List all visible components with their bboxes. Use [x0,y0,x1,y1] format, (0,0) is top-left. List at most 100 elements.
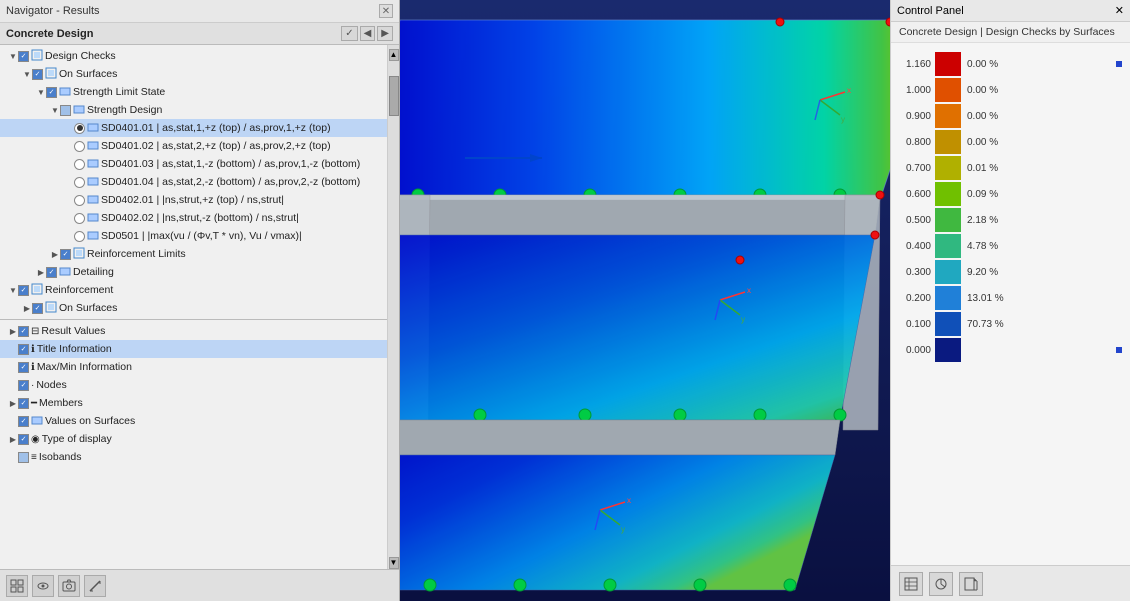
checkbox-design-checks[interactable] [18,51,29,62]
scale-color-3 [935,130,961,154]
scale-percent-7: 4.78 % [967,241,998,252]
checkbox-maxmin-info[interactable] [18,362,29,373]
grid-button[interactable] [6,575,28,597]
tree-item-sd0402-01[interactable]: SD0402.01 | |ns,strut,+z (top) / ns,stru… [0,191,387,209]
checkbox-on-surfaces[interactable] [32,69,43,80]
dropdown-label: Concrete Design [6,28,93,40]
cp-close-button[interactable]: ✕ [1115,4,1124,17]
scroll-thumb[interactable] [389,76,399,116]
svg-text:x: x [747,286,751,295]
radio-sd0401-03[interactable] [74,159,85,170]
svg-text:y: y [841,115,845,124]
scale-indicator-11 [1116,347,1122,353]
expand-arrow-strength-design[interactable]: ▼ [50,106,60,115]
checkbox-on-surfaces-2[interactable] [32,303,43,314]
scrollbar[interactable]: ▲ ▼ [387,45,399,569]
tree-item-sd0401-01[interactable]: SD0401.01 | as,stat,1,+z (top) / as,prov… [0,119,387,137]
expand-arrow-on-surfaces[interactable]: ▼ [22,70,32,79]
expand-arrow-type-of-display[interactable]: ▶ [8,435,18,444]
tree-item-title-info[interactable]: ℹTitle Information [0,340,387,358]
tree-item-reinforcement[interactable]: ▼Reinforcement [0,281,387,299]
radio-sd0401-04[interactable] [74,177,85,188]
chart-button[interactable] [929,572,953,596]
scale-percent-6: 2.18 % [967,215,998,226]
tree-item-design-checks[interactable]: ▼Design Checks [0,47,387,65]
expand-arrow-reinforcement-limits[interactable]: ▶ [50,250,60,259]
checkbox-nodes[interactable] [18,380,29,391]
eye-button[interactable] [32,575,54,597]
radio-sd0401-01[interactable] [74,123,85,134]
checkbox-title-info[interactable] [18,344,29,355]
scale-row-6: 0.5002.18 % [897,207,1124,233]
scale-row-1: 1.0000.00 % [897,77,1124,103]
expand-arrow-strength-limit[interactable]: ▼ [36,88,46,97]
expand-arrow-reinforcement[interactable]: ▼ [8,286,18,295]
tree-icon-sd0501 [87,229,99,244]
radio-sd0402-02[interactable] [74,213,85,224]
tree-item-maxmin-info[interactable]: ℹMax/Min Information [0,358,387,376]
tree-label-sd0401-03: SD0401.03 | as,stat,1,-z (bottom) / as,p… [101,158,360,170]
expand-arrow-members[interactable]: ▶ [8,399,18,408]
radio-sd0401-02[interactable] [74,141,85,152]
tree-item-sd0401-04[interactable]: SD0401.04 | as,stat,2,-z (bottom) / as,p… [0,173,387,191]
tree-item-values-on-surfaces[interactable]: Values on Surfaces [0,412,387,430]
expand-arrow-design-checks[interactable]: ▼ [8,52,18,61]
scale-percent-3: 0.00 % [967,137,998,148]
tree-item-reinforcement-limits[interactable]: ▶Reinforcement Limits [0,245,387,263]
tree-item-strength-design[interactable]: ▼Strength Design [0,101,387,119]
camera-button[interactable] [58,575,80,597]
tree-item-detailing[interactable]: ▶Detailing [0,263,387,281]
tree-icon-strength-design [73,103,85,118]
tree-item-nodes[interactable]: ·Nodes [0,376,387,394]
expand-arrow-detailing[interactable]: ▶ [36,268,46,277]
checkbox-type-of-display[interactable] [18,434,29,445]
radio-sd0501[interactable] [74,231,85,242]
svg-text:x: x [627,496,631,505]
checkbox-result-values[interactable] [18,326,29,337]
svg-text:y: y [621,525,625,534]
scale-percent-9: 13.01 % [967,293,1004,304]
scale-color-2 [935,104,961,128]
tree-item-sd0401-03[interactable]: SD0401.03 | as,stat,1,-z (bottom) / as,p… [0,155,387,173]
scale-color-1 [935,78,961,102]
scale-color-7 [935,234,961,258]
tree-item-isobands[interactable]: ≡Isobands [0,448,387,466]
ruler-button[interactable] [84,575,106,597]
tree-item-members[interactable]: ▶━Members [0,394,387,412]
checkbox-detailing[interactable] [46,267,57,278]
checkbox-isobands[interactable] [18,452,29,463]
navigator-panel: Navigator - Results ✕ Concrete Design ✓ … [0,0,400,601]
tree-icon-values-on-surfaces [31,414,43,429]
checkbox-members[interactable] [18,398,29,409]
tree-icon-sd0401-04 [87,175,99,190]
tree-item-type-of-display[interactable]: ▶◉Type of display [0,430,387,448]
tree-item-result-values[interactable]: ▶⊟Result Values [0,322,387,340]
checkbox-values-on-surfaces[interactable] [18,416,29,427]
export-button[interactable] [959,572,983,596]
tree-label-maxmin-info: Max/Min Information [37,361,132,373]
tree-item-on-surfaces[interactable]: ▼On Surfaces [0,65,387,83]
cp-bottom-toolbar [891,565,1130,601]
tree-item-on-surfaces-2[interactable]: ▶On Surfaces [0,299,387,317]
expand-arrow-result-values[interactable]: ▶ [8,327,18,336]
dropdown-left-button[interactable]: ◀ [360,26,376,41]
checkbox-reinforcement[interactable] [18,285,29,296]
checkbox-strength-design[interactable] [60,105,71,116]
table-button[interactable] [899,572,923,596]
checkbox-reinforcement-limits[interactable] [60,249,71,260]
dropdown-check-button[interactable]: ✓ [341,26,357,41]
scale-color-10 [935,312,961,336]
tree-item-sd0401-02[interactable]: SD0401.02 | as,stat,2,+z (top) / as,prov… [0,137,387,155]
navigator-close-button[interactable]: ✕ [379,4,393,18]
expand-arrow-on-surfaces-2[interactable]: ▶ [22,304,32,313]
tree-label-nodes: Nodes [36,379,66,391]
tree-item-strength-limit[interactable]: ▼Strength Limit State [0,83,387,101]
radio-sd0402-01[interactable] [74,195,85,206]
tree-item-sd0501[interactable]: SD0501 | |max(vu / (Φv,T * vn), Vu / vma… [0,227,387,245]
scale-percent-8: 9.20 % [967,267,998,278]
tree-item-sd0402-02[interactable]: SD0402.02 | |ns,strut,-z (bottom) / ns,s… [0,209,387,227]
checkbox-strength-limit[interactable] [46,87,57,98]
main-3d-view[interactable]: x y x y x y [400,0,890,601]
dropdown-right-button[interactable]: ▶ [377,26,393,41]
tree-icon-on-surfaces-2 [45,301,57,316]
